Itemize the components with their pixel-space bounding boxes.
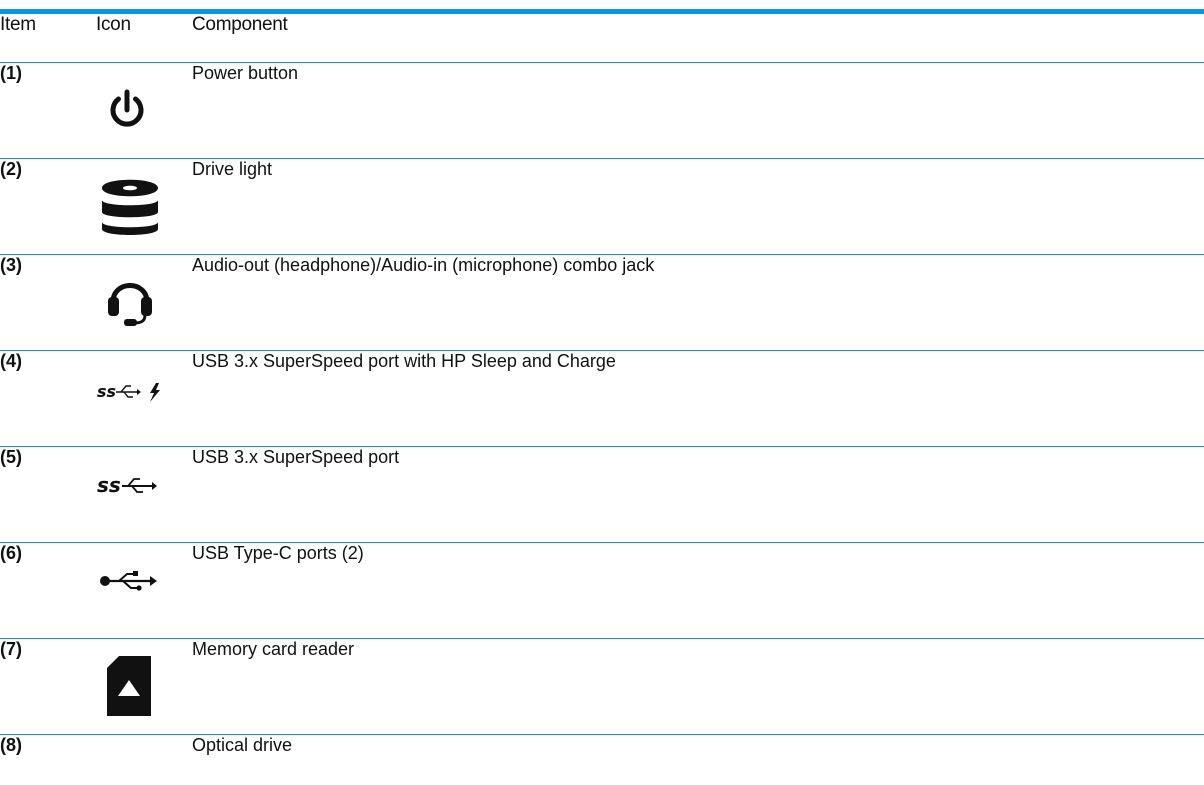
component-name: USB 3.x SuperSpeed port with HP Sleep an… (192, 350, 616, 371)
item-number: (3) (0, 254, 22, 275)
column-header-icon: Icon (96, 14, 131, 35)
usb-icon (100, 570, 157, 591)
usb-superspeed-charge-icon: ss (97, 382, 160, 402)
table-row: (4) ss USB 3.x SuperSpeed port with HP S… (0, 350, 1204, 446)
table-row: (3) Audio-out (headphone)/Audio-in (micr… (0, 254, 1204, 350)
svg-text:ss: ss (97, 382, 116, 401)
table-row: (8) Optical drive (0, 734, 1204, 782)
component-name: Optical drive (192, 734, 293, 755)
item-number: (2) (0, 158, 22, 179)
component-name: Memory card reader (192, 638, 355, 659)
item-number: (5) (0, 446, 22, 467)
item-number: (8) (0, 734, 22, 755)
usb-superspeed-icon: ss (97, 473, 157, 497)
table-row: (6) USB Type-C ports (2) (0, 542, 1204, 638)
item-number: (6) (0, 542, 22, 563)
table-row: (7) Memory card reader (0, 638, 1204, 734)
column-header-component: Component (192, 14, 288, 35)
component-name: Drive light (192, 158, 273, 179)
item-number: (1) (0, 62, 22, 83)
table-row: (1) Power button (0, 62, 1204, 158)
table-row: (5) ss USB 3.x SuperSpeed port (0, 446, 1204, 542)
memory-card-icon (107, 655, 151, 716)
table-row: (2) Drive light (0, 158, 1204, 254)
power-icon (110, 89, 144, 127)
column-header-item: Item (0, 14, 36, 35)
svg-text:ss: ss (97, 473, 121, 497)
item-number: (7) (0, 638, 22, 659)
table-header-row: Item Icon Component (0, 14, 1204, 62)
component-name: Audio-out (headphone)/Audio-in (micropho… (192, 254, 655, 275)
components-table: Item Icon Component (1) Power button (2) (0, 14, 1204, 782)
headset-icon (108, 282, 152, 326)
component-name: Power button (192, 62, 299, 83)
drive-light-icon (102, 179, 158, 235)
component-name: USB Type-C ports (2) (192, 542, 364, 563)
item-number: (4) (0, 350, 22, 371)
component-name: USB 3.x SuperSpeed port (192, 446, 400, 467)
